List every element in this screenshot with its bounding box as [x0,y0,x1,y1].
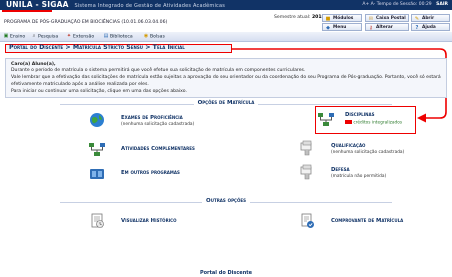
intro-paragraph-3: Para iniciar ou continuar uma solicitaçã… [11,88,187,94]
option-title: Qualificação [331,143,366,149]
option-subtitle: (nenhuma solicitação cadastrada) [121,122,195,127]
other-programs-option[interactable]: Em outros programas [89,166,229,182]
footer-portal-link[interactable]: Portal do Discente [0,270,452,276]
option-title: Defesa [331,167,350,173]
other-section-title: Outras opções [0,198,452,204]
intro-box: Caro(a) Aluno(a), Durante o período de m… [5,58,447,98]
document-icon [300,140,312,156]
receipt-icon [301,213,314,228]
qualification-option[interactable]: Qualificação (nenhuma solicitação cadast… [299,140,444,158]
option-title: Em outros programas [121,170,180,176]
complementary-activities-option[interactable]: Atividades Complementares [89,142,229,158]
intro-paragraph-2: Vale lembrar que a efetivação das solici… [11,75,441,87]
defense-option[interactable]: Defesa (matrícula não permitida) [299,164,444,182]
document-icon [300,164,312,180]
option-title: Comprovante de Matrícula [331,218,404,224]
enrollment-receipt-option[interactable]: Comprovante de Matrícula [299,213,444,231]
annotation-box-disciplinas [315,106,416,134]
history-icon [91,213,104,228]
option-title: Exames de Proficiência [121,115,183,121]
network-icon [89,143,105,156]
option-title: Visualizar Histórico [121,218,177,224]
proficiency-exams-option[interactable]: Exames de Proficiência (nenhuma solicita… [89,112,229,130]
option-subtitle: (nenhuma solicitação cadastrada) [331,150,405,155]
exchange-icon [90,169,104,179]
view-history-option[interactable]: Visualizar Histórico [89,213,229,231]
globe-icon [90,113,104,127]
annotation-arrow [232,48,447,123]
option-title: Atividades Complementares [121,146,195,152]
option-subtitle: (matrícula não permitida) [331,174,387,179]
intro-paragraph-1: Durante o período de matrícula o sistema… [11,68,306,74]
